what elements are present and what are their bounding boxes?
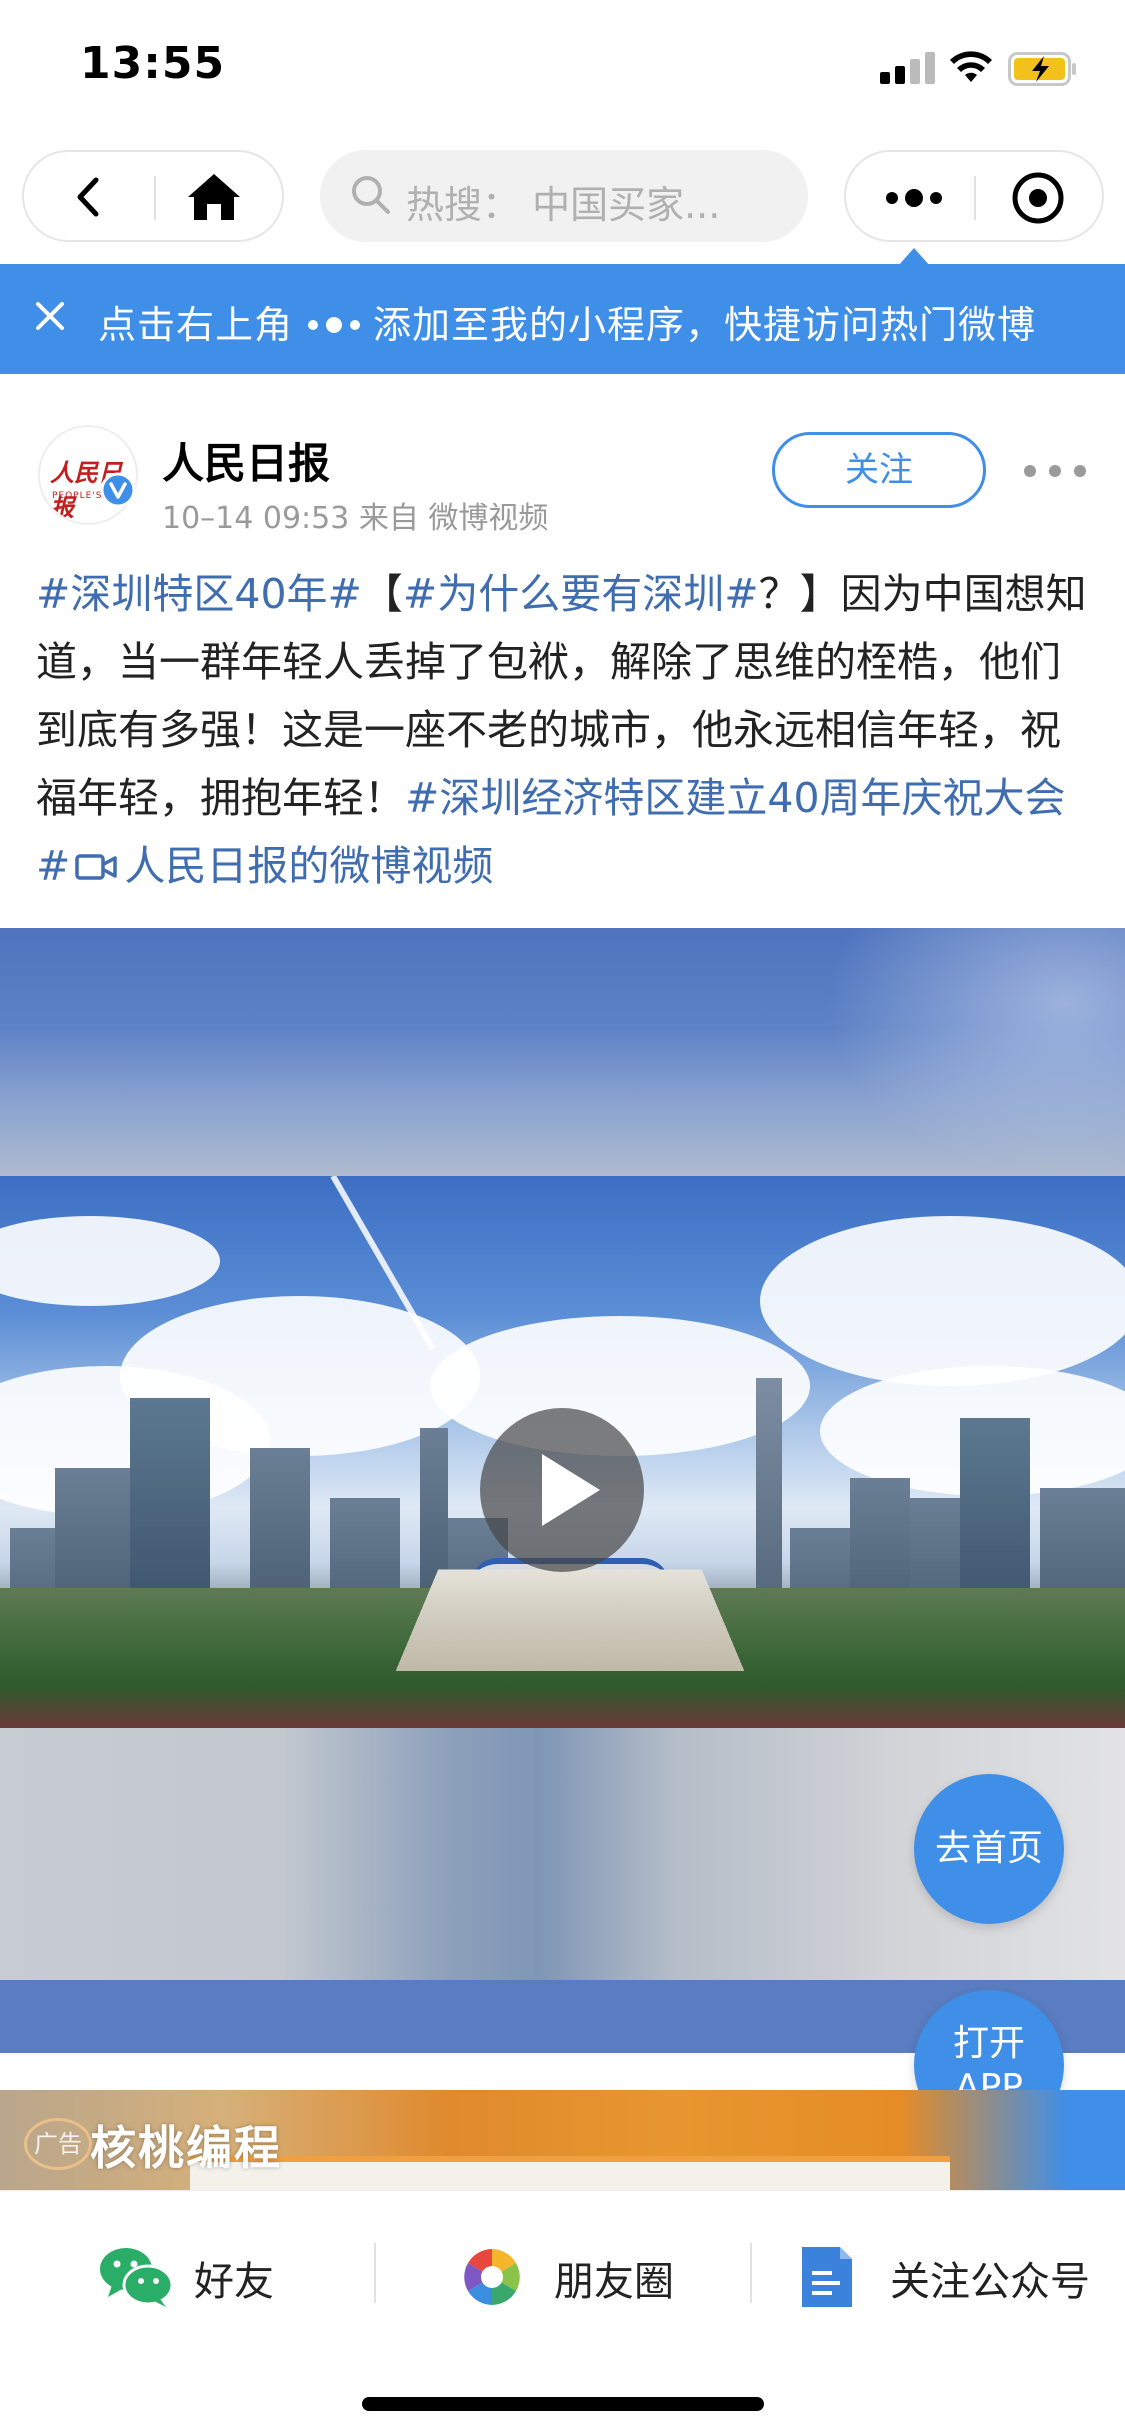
post-text: 【: [361, 570, 403, 618]
follow-button[interactable]: 关注: [772, 432, 986, 508]
nav-capsule-left: [22, 150, 284, 242]
follow-official-account-button[interactable]: 关注公众号: [794, 2241, 1094, 2311]
tip-text-before: 点击右上角: [98, 303, 294, 347]
share-moments-button[interactable]: 朋友圈: [458, 2241, 698, 2311]
video-link-icon: [75, 854, 118, 880]
status-bar: 13:55: [0, 0, 1125, 140]
post-more-icon[interactable]: [1022, 462, 1088, 480]
battery-charging-icon: [1008, 52, 1076, 86]
wifi-icon: [950, 51, 992, 82]
go-home-button[interactable]: 去首页: [914, 1774, 1064, 1924]
video-link[interactable]: 人民日报的微博视频: [124, 842, 493, 890]
share-moments-label: 朋友圈: [554, 2259, 674, 2305]
author-name[interactable]: 人民日报: [162, 430, 330, 491]
search-input[interactable]: 热搜： 中国买家...: [320, 150, 808, 242]
more-dots-icon: [308, 316, 361, 333]
more-button[interactable]: [882, 180, 946, 216]
share-divider: [750, 2243, 752, 2303]
follow-official-account-label: 关注公众号: [890, 2259, 1090, 2305]
cloud: [0, 1216, 220, 1306]
home-indicator: [362, 2397, 764, 2411]
close-miniprogram-button[interactable]: [1010, 170, 1066, 226]
share-friends-button[interactable]: 好友: [98, 2241, 298, 2311]
capsule-divider: [974, 176, 976, 220]
home-button[interactable]: [184, 170, 244, 224]
ad-tag: 广告: [24, 2118, 92, 2170]
search-placeholder: 热搜： 中国买家...: [406, 183, 721, 227]
play-button[interactable]: [480, 1408, 644, 1572]
capsule-divider: [154, 176, 156, 220]
ad-image-panel: [190, 2156, 950, 2190]
video-blur-background-top: [0, 928, 1125, 1178]
wechat-icon: [100, 2248, 174, 2307]
status-time: 13:55: [80, 38, 226, 89]
moments-icon: [464, 2249, 520, 2305]
cloud: [760, 1216, 1125, 1386]
back-button[interactable]: [64, 172, 114, 222]
tip-text-after: 添加至我的小程序，快捷访问热门微博: [373, 303, 1037, 347]
share-divider: [374, 2243, 376, 2303]
verified-badge-icon: [100, 472, 136, 508]
ad-brand: 核桃编程: [90, 2121, 282, 2175]
tip-text: 点击右上角 添加至我的小程序，快捷访问热门微博: [98, 294, 1036, 349]
ad-banner[interactable]: 广告 核桃编程: [0, 2090, 1125, 2190]
plaza: [395, 1569, 745, 1671]
nav-capsule-right: [844, 150, 1104, 242]
search-icon: [352, 176, 390, 214]
tip-banner: 点击右上角 添加至我的小程序，快捷访问热门微博: [0, 264, 1125, 374]
post-body: #深圳特区40年#【#为什么要有深圳#？】因为中国想知道，当一群年轻人丢掉了包袱…: [36, 560, 1096, 900]
close-icon[interactable]: [30, 296, 70, 336]
post-meta: 10–14 09:53 来自 微博视频: [162, 501, 549, 536]
topic-link[interactable]: #为什么要有深圳#: [403, 570, 759, 618]
share-friends-label: 好友: [194, 2259, 274, 2305]
official-account-icon: [802, 2247, 852, 2307]
signal-icon: [880, 50, 936, 84]
open-app-line1: 打开: [952, 2023, 1025, 2064]
topic-link[interactable]: #深圳特区40年#: [36, 570, 362, 618]
